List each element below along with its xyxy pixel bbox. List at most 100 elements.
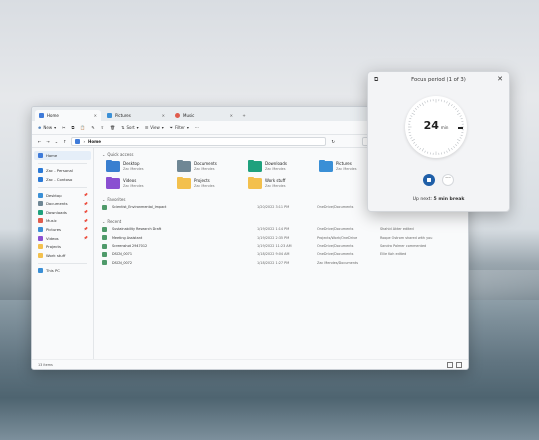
up-arrow-icon[interactable]: ↑ — [63, 139, 66, 144]
sidebar-item[interactable]: Music 📌 — [32, 217, 93, 226]
sidebar-item[interactable]: Desktop 📌 — [32, 191, 93, 200]
stop-button[interactable] — [423, 174, 435, 186]
sidebar-item-label: Work stuff — [46, 252, 66, 258]
file-icon — [102, 235, 107, 241]
sidebar-item[interactable]: Zac - Contoso — [32, 175, 93, 184]
view-label: View — [150, 125, 160, 130]
tab-home[interactable]: Home ✕ — [35, 110, 101, 121]
dial-tick — [411, 138, 415, 142]
status-bar: 13 items — [32, 359, 468, 369]
file-name: Sustainability Research Draft — [112, 227, 162, 232]
tiles-view-icon[interactable] — [456, 361, 462, 368]
home-icon — [75, 138, 81, 144]
dial-tick — [427, 100, 429, 103]
file-row[interactable]: Screenshot 2947012 1/19/2022 11:23 AM OneD… — [102, 242, 460, 250]
back-arrow-icon[interactable]: ← — [38, 139, 41, 144]
tab-music[interactable]: Music ✕ — [171, 110, 237, 121]
sidebar-item[interactable]: Downloads 📌 — [32, 208, 93, 217]
focus-session-popup: ⧉ Focus period (1 of 3) ✕ 24 min ··· Up n… — [367, 71, 510, 212]
sidebar-item[interactable]: Videos 📌 — [32, 234, 93, 243]
quick-access-item[interactable]: Desktop Zac Mendes — [106, 159, 177, 172]
recent-header[interactable]: ⌄ Recent — [102, 217, 460, 225]
folder-name: Downloads — [265, 161, 287, 166]
dial-tick — [453, 146, 455, 149]
address-input[interactable]: › Home — [71, 136, 327, 146]
dial-tick — [453, 105, 455, 108]
pictures-folder-icon — [107, 113, 112, 118]
folder-icon — [38, 168, 43, 174]
dial-tick — [410, 137, 413, 139]
details-view-icon[interactable] — [447, 361, 453, 368]
close-icon[interactable]: ✕ — [497, 75, 503, 83]
file-activity: Shahid Akter edited — [380, 227, 414, 232]
pin-icon: 📌 — [83, 193, 88, 198]
file-icon — [102, 226, 107, 232]
home-icon — [39, 113, 44, 118]
share-icon[interactable]: ⇪ — [101, 125, 104, 130]
up-next-value: 5 min break — [433, 197, 465, 202]
dial-tick — [457, 112, 461, 116]
more-button[interactable]: ··· — [442, 174, 454, 186]
folder-icon — [319, 159, 333, 172]
sidebar-item[interactable]: Projects — [32, 242, 93, 251]
tab-pictures[interactable]: Pictures ✕ — [103, 110, 169, 121]
file-date: 1/18/2022 9:04 AM — [257, 252, 290, 257]
chevron-down-icon[interactable]: ⌄ — [55, 139, 58, 144]
filter-icon: ⏷ — [169, 125, 173, 130]
quick-access-item[interactable]: Projects Zac Mendes — [177, 176, 248, 189]
navigation-pane: Home Zac - Personal Zac - Contoso Desktop 📌 D… — [32, 147, 94, 360]
pin-icon: 📌 — [83, 201, 88, 206]
sidebar-item[interactable]: Documents 📌 — [32, 199, 93, 208]
cut-icon[interactable]: ✂ — [62, 125, 65, 130]
close-tab-icon[interactable]: ✕ — [230, 113, 233, 118]
quick-access-item[interactable]: Work stuff Zac Mendes — [248, 176, 319, 189]
chevron-down-icon: ⌄ — [102, 218, 106, 224]
folder-icon — [38, 201, 43, 207]
sidebar-item[interactable]: Work stuff — [32, 251, 93, 260]
file-row[interactable]: Meeting Assistant 1/19/2022 2:35 PM Projec… — [102, 234, 460, 242]
rename-icon[interactable]: ✎ — [91, 125, 94, 130]
chevron-down-icon: ▾ — [54, 125, 57, 130]
folder-owner: Zac Mendes — [336, 167, 357, 171]
paste-icon[interactable]: 📋 — [80, 125, 85, 130]
forward-arrow-icon[interactable]: → — [46, 139, 49, 144]
close-tab-icon[interactable]: ✕ — [162, 113, 165, 118]
sidebar-item[interactable]: Pictures 📌 — [32, 225, 93, 234]
more-options-icon[interactable]: ··· — [195, 125, 199, 130]
sort-button[interactable]: ⇅ Sort ▾ — [121, 125, 139, 130]
close-tab-icon[interactable]: ✕ — [94, 113, 97, 118]
quick-access-item[interactable]: Documents Zac Mendes — [177, 159, 248, 172]
view-icon: ☰ — [144, 125, 149, 130]
file-date: 1/19/2022 11:23 AM — [257, 244, 292, 249]
copy-icon[interactable]: ⧉ — [71, 125, 74, 130]
dial-tick — [414, 108, 417, 110]
file-activity: Sandra Palmer commented — [380, 244, 427, 249]
file-row[interactable]: Sustainability Research Draft 1/19/2022 1… — [102, 225, 460, 233]
new-tab-button[interactable]: + — [239, 111, 249, 121]
recent-list: Sustainability Research Draft 1/19/2022 1… — [102, 225, 460, 266]
refresh-icon[interactable]: ↻ — [331, 139, 334, 144]
folder-name: Desktop — [123, 161, 140, 166]
file-location: OneDrive/Documents — [317, 244, 354, 249]
sidebar-item[interactable]: Zac - Personal — [32, 167, 93, 176]
new-button[interactable]: ⊕ New ▾ — [38, 125, 56, 130]
view-button[interactable]: ☰ View ▾ — [145, 125, 164, 130]
file-row[interactable]: DSCN_0071 1/18/2022 9:04 AM OneDrive/Docum… — [102, 250, 460, 258]
delete-icon[interactable]: 🗑 — [110, 125, 115, 130]
sidebar-item-label: Zac - Personal — [46, 168, 73, 174]
quick-access-item[interactable]: Videos Zac Mendes — [106, 176, 177, 189]
dial-tick — [460, 134, 463, 136]
sort-icon: ⇅ — [121, 125, 125, 130]
sidebar-item[interactable]: This PC — [32, 267, 93, 276]
timer-readout: 24 min — [405, 119, 467, 132]
dial-tick — [417, 105, 419, 108]
sidebar-item[interactable]: Home — [34, 151, 91, 160]
file-row[interactable]: DSCN_0072 1/18/2022 1:27 PM Zac Mendes/Doc… — [102, 258, 460, 266]
dial-tick — [413, 142, 416, 144]
folder-owner: Zac Mendes — [194, 184, 215, 188]
focus-title: Focus period (1 of 3) — [411, 77, 466, 83]
filter-button[interactable]: ⏷ Filter ▾ — [170, 125, 189, 130]
quick-access-item[interactable]: Downloads Zac Mendes — [248, 159, 319, 172]
file-name: Scientist_Environmental_Impact — [112, 205, 167, 210]
sidebar-item-label: Documents — [46, 201, 68, 207]
